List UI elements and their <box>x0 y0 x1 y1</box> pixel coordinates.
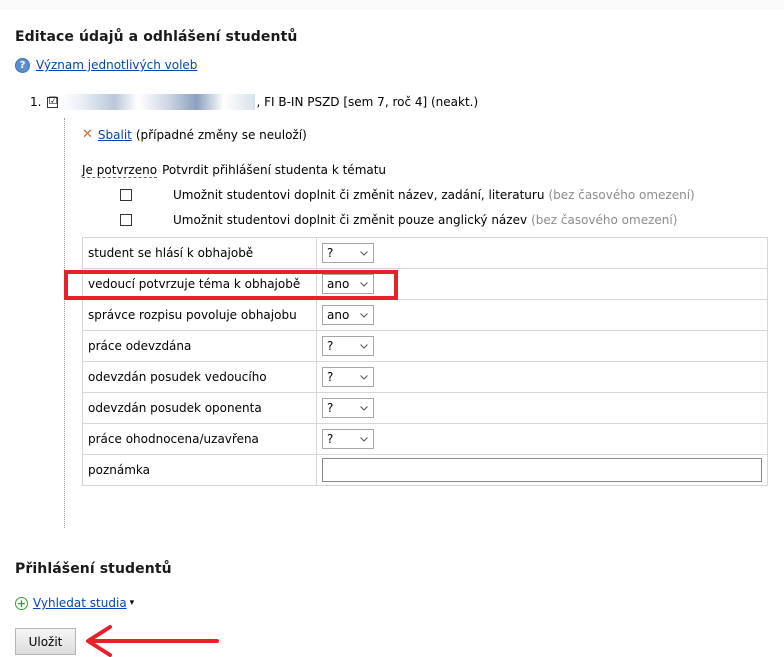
row-value: ? <box>316 330 768 362</box>
collapse-note: (případné změny se neuloží) <box>135 127 307 142</box>
chevron-down-icon <box>360 313 368 318</box>
status-select[interactable]: ? <box>322 336 374 356</box>
table-row: odevzdán posudek vedoucího ? <box>82 361 768 393</box>
collapse-link[interactable]: Sbalit <box>98 128 132 142</box>
student-info: , FI B-IN PSZD [sem 7, roč 4] (neakt.) <box>256 95 479 109</box>
row-value: ano <box>316 299 768 331</box>
status-select[interactable]: ano <box>322 305 374 325</box>
dotted-guide <box>64 118 65 528</box>
search-row: + Vyhledat studia ▾ <box>15 596 134 610</box>
option-row: Umožnit studentovi doplnit či změnit náz… <box>120 187 695 203</box>
option-row: Umožnit studentovi doplnit či změnit pou… <box>120 212 677 228</box>
select-value: ? <box>327 246 334 260</box>
table-row: práce odevzdána ? <box>82 330 768 362</box>
table-row: práce ohodnocena/uzavřena ? <box>82 423 768 455</box>
status-select[interactable]: ? <box>322 243 374 263</box>
student-row: 1. ☑ , FI B-IN PSZD [sem 7, roč 4] (neak… <box>30 93 478 111</box>
table-row: student se hlásí k obhajobě ? <box>82 237 768 269</box>
select-value: ? <box>327 432 334 446</box>
status-select[interactable]: ? <box>322 429 374 449</box>
confirm-label: Je potvrzeno <box>82 163 158 178</box>
option-text: Umožnit studentovi doplnit či změnit náz… <box>173 188 545 202</box>
chevron-down-icon <box>360 375 368 380</box>
help-link[interactable]: Význam jednotlivých voleb <box>36 58 197 72</box>
note-input[interactable] <box>322 458 762 482</box>
top-band <box>0 0 784 10</box>
help-icon[interactable]: ? <box>15 57 30 73</box>
chevron-down-icon <box>360 437 368 442</box>
select-value: ? <box>327 339 334 353</box>
row-label: student se hlásí k obhajobě <box>82 237 317 269</box>
chevron-down-icon[interactable]: ▾ <box>130 598 135 608</box>
save-button[interactable]: Uložit <box>15 628 76 655</box>
chevron-down-icon <box>360 344 368 349</box>
row-label: práce odevzdána <box>82 330 317 362</box>
table-row: poznámka <box>82 454 768 486</box>
select-value: ? <box>327 370 334 384</box>
arrow-annotation <box>86 625 219 657</box>
row-label: správce rozpisu povoluje obhajobu <box>82 299 317 331</box>
option-hint: (bez časového omezení) <box>531 213 678 227</box>
option-checkbox[interactable] <box>120 214 132 226</box>
row-value <box>316 454 768 486</box>
option-checkbox[interactable] <box>120 189 132 201</box>
chevron-down-icon <box>360 406 368 411</box>
redacted-student-name <box>60 94 256 110</box>
table-row: správce rozpisu povoluje obhajobu ano <box>82 299 768 331</box>
collapse-row: ✕ Sbalit (případné změny se neuloží) <box>82 127 307 142</box>
page-title: Editace údajů a odhlášení studentů <box>15 29 298 45</box>
section-title: Přihlášení studentů <box>15 561 172 577</box>
page: Editace údajů a odhlášení studentů ? Výz… <box>0 0 784 657</box>
help-row: ? Význam jednotlivých voleb <box>15 57 197 73</box>
student-number: 1. <box>30 95 42 109</box>
row-label: odevzdán posudek vedoucího <box>82 361 317 393</box>
option-text: Umožnit studentovi doplnit či změnit pou… <box>173 213 528 227</box>
plus-icon[interactable]: + <box>15 596 28 610</box>
chevron-down-icon <box>360 251 368 256</box>
highlight-annotation <box>64 270 398 300</box>
x-icon[interactable]: ✕ <box>82 127 93 142</box>
row-label: odevzdán posudek oponenta <box>82 392 317 424</box>
status-select[interactable]: ? <box>322 398 374 418</box>
status-select[interactable]: ? <box>322 367 374 387</box>
row-value: ? <box>316 237 768 269</box>
table-row: odevzdán posudek oponenta ? <box>82 392 768 424</box>
confirm-text: Potvrdit přihlášení studenta k tématu <box>162 163 387 177</box>
select-value: ano <box>327 308 350 322</box>
row-label: práce ohodnocena/uzavřena <box>82 423 317 455</box>
row-label: poznámka <box>82 454 317 486</box>
row-value: ? <box>316 361 768 393</box>
row-value: ? <box>316 392 768 424</box>
row-value: ? <box>316 423 768 455</box>
student-checkbox[interactable]: ☑ <box>47 96 59 108</box>
option-hint: (bez časového omezení) <box>548 188 695 202</box>
confirm-row: Je potvrzeno Potvrdit přihlášení studenta… <box>82 163 387 178</box>
select-value: ? <box>327 401 334 415</box>
search-link[interactable]: Vyhledat studia <box>33 596 127 610</box>
